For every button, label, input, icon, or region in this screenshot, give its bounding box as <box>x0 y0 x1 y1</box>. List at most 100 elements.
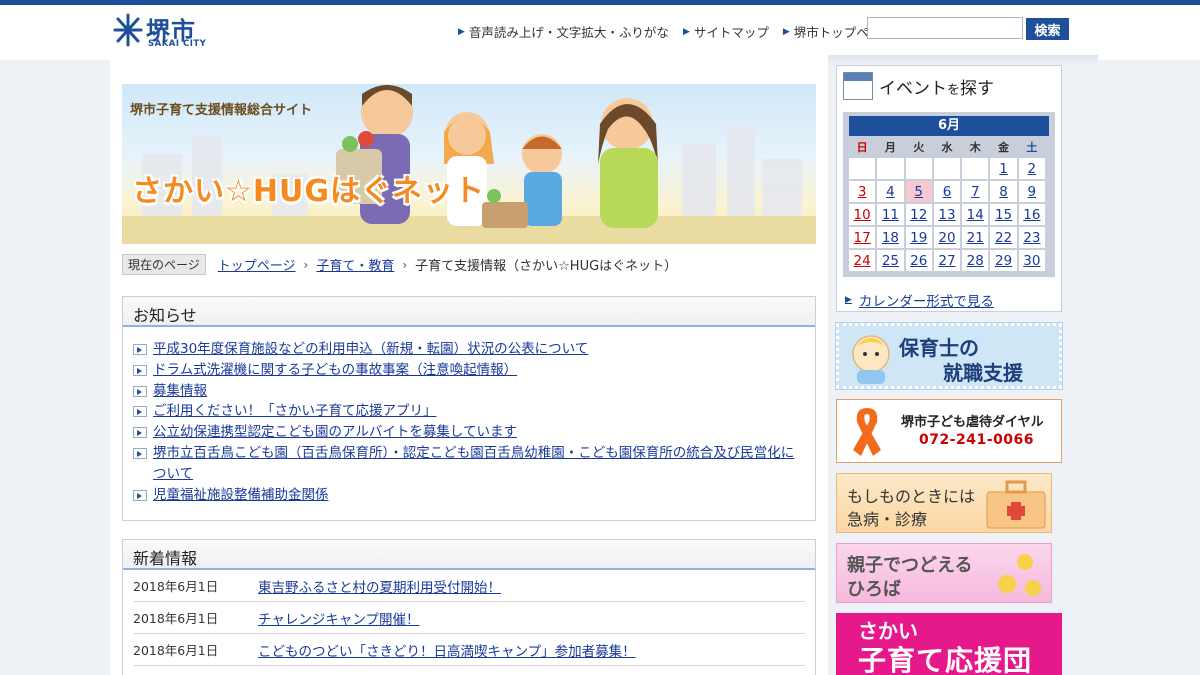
breadcrumb-current: 子育て支援情報（さかい☆HUGはぐネット） <box>415 259 678 274</box>
util-link-accessibility[interactable]: ▶ 音声読み上げ・文字拡大・ふりがな <box>458 22 669 41</box>
banner-emergency-care[interactable]: もしものときには 急病・診療 <box>836 473 1052 533</box>
calendar-day-link[interactable]: 24 <box>854 253 871 269</box>
list-item: 平成30年度保育施設などの利用申込（新規・転園）状況の公表について <box>133 339 805 360</box>
banner-line: 堺市子ども虐待ダイヤル <box>901 415 1044 430</box>
banner-parenting-support-group[interactable]: さかい 子育て応援団 <box>836 613 1062 675</box>
calendar-day-link[interactable]: 6 <box>943 184 952 200</box>
calendar-day-cell: 30 <box>1018 250 1045 271</box>
calendar-day-link[interactable]: 29 <box>995 253 1012 269</box>
search-input[interactable] <box>867 17 1023 39</box>
news-link[interactable]: 募集情報 <box>153 381 207 402</box>
calendar-day-cell: 29 <box>990 250 1017 271</box>
new-info-link[interactable]: こどものつどい「さきどり！日高満喫キャンプ」参加者募集！ <box>258 640 636 660</box>
calendar-day-link[interactable]: 16 <box>1023 207 1040 223</box>
calendar-day-link[interactable]: 22 <box>995 230 1012 246</box>
new-info-link[interactable]: チャレンジキャンプ開催！ <box>258 608 419 628</box>
calendar-day-cell: 12 <box>905 204 932 225</box>
bullet-arrow-icon <box>133 427 147 439</box>
calendar-day-link[interactable]: 25 <box>882 253 899 269</box>
hero-banner[interactable]: 堺市子育て支援情報総合サイト さかい☆HUGはぐネット <box>122 84 816 244</box>
calendar-day-link[interactable]: 7 <box>971 184 980 200</box>
calendar-day-cell: 19 <box>905 227 932 248</box>
calendar-day-link[interactable]: 30 <box>1023 253 1040 269</box>
calendar-day-link[interactable]: 23 <box>1023 230 1040 246</box>
new-info-link[interactable]: 東吉野ふるさと村の夏期利用受付開始！ <box>258 576 501 596</box>
breadcrumb-label: 現在のページ <box>122 254 206 275</box>
site-logo[interactable]: 堺市 SAKAI CITY <box>112 13 212 55</box>
calendar-day-link[interactable]: 18 <box>882 230 899 246</box>
calendar-day-link[interactable]: 14 <box>967 207 984 223</box>
news-link[interactable]: 堺市立百舌鳥こども園（百舌鳥保育所）・認定こども園百舌鳥幼稚園・こども園保育所の… <box>153 443 805 485</box>
calendar-empty-cell <box>877 158 904 179</box>
calendar-view-link-label: カレンダー形式で見る <box>858 294 994 310</box>
list-item: 募集情報 <box>133 381 805 402</box>
news-link[interactable]: 平成30年度保育施設などの利用申込（新規・転園）状況の公表について <box>153 339 588 360</box>
calendar-day-link[interactable]: 3 <box>858 184 867 200</box>
calendar-weekday: 土 <box>1026 141 1038 154</box>
calendar-day-link[interactable]: 26 <box>910 253 927 269</box>
banner-parent-child-plaza[interactable]: 親子でつどえる ひろば <box>836 543 1052 603</box>
calendar-day-link[interactable]: 11 <box>882 207 899 223</box>
util-link-sitemap[interactable]: ▶ サイトマップ <box>683 22 769 41</box>
calendar-day-cell: 4 <box>877 181 904 202</box>
list-item: ドラム式洗濯機に関する子どもの事故事案（注意喚起情報） <box>133 360 805 381</box>
sakai-logo-icon <box>113 13 143 47</box>
news-link[interactable]: ドラム式洗濯機に関する子どもの事故事案（注意喚起情報） <box>153 360 517 381</box>
calendar-day-cell: 14 <box>962 204 989 225</box>
banner-line: ひろば <box>847 579 901 600</box>
calendar-icon <box>843 72 873 100</box>
calendar-weekday: 日 <box>856 141 868 154</box>
calendar-day-link[interactable]: 9 <box>1028 184 1037 200</box>
news-link[interactable]: 公立幼保連携型認定こども園のアルバイトを募集しています <box>153 422 517 443</box>
calendar-day-cell: 7 <box>962 181 989 202</box>
calendar-day-link[interactable]: 2 <box>1028 161 1037 177</box>
calendar-view-link[interactable]: ▶ カレンダー形式で見る <box>845 290 994 310</box>
table-row: 2018年6月1日 こどものつどい「さきどり！日高満喫キャンプ」参加者募集！ <box>133 634 805 666</box>
calendar-title-particle: を <box>947 82 961 98</box>
calendar-grid-wrap: 6月 日月火水木金土 1 2 3 4 5 6 7 8 9 10 11 12 13 14 15 16 17 18 19… <box>843 112 1055 277</box>
calendar-week: 24 25 26 27 28 29 30 <box>849 250 1045 271</box>
banner-title: さかい☆HUGはぐネット <box>132 174 485 209</box>
breadcrumb-link-education[interactable]: 子育て・教育 <box>316 255 394 274</box>
bullet-arrow-icon <box>133 344 147 355</box>
calendar-day-link[interactable]: 10 <box>854 207 871 223</box>
bullet-arrow-icon <box>133 447 147 459</box>
calendar-day-link[interactable]: 27 <box>938 253 955 269</box>
calendar-day-link[interactable]: 5 <box>914 184 923 200</box>
calendar-day-link[interactable]: 21 <box>967 230 984 246</box>
calendar-header: イベントを探す <box>843 72 994 100</box>
calendar-day-link[interactable]: 17 <box>854 230 871 246</box>
calendar-day-link[interactable]: 1 <box>999 161 1008 177</box>
breadcrumb-link-top[interactable]: トップページ <box>218 255 296 274</box>
calendar-week: 3 4 5 6 7 8 9 <box>849 181 1045 202</box>
calendar-empty-cell <box>849 158 876 179</box>
arrow-icon: ▶ <box>782 26 790 37</box>
calendar-day-cell: 2 <box>1018 158 1045 179</box>
calendar-day-link[interactable]: 28 <box>967 253 984 269</box>
calendar-day-link[interactable]: 12 <box>910 207 927 223</box>
news-link[interactable]: ご利用ください！「さかい子育て応援アプリ」 <box>153 401 437 422</box>
logo-subtext: SAKAI CITY <box>148 39 207 49</box>
calendar-day-cell: 8 <box>990 181 1017 202</box>
bullet-arrow-icon <box>133 406 147 418</box>
utility-links: ▶ 音声読み上げ・文字拡大・ふりがな ▶ サイトマップ ▶ 堺市トップページ <box>458 22 894 41</box>
calendar-day-link[interactable]: 20 <box>938 230 955 246</box>
list-item: ご利用ください！「さかい子育て応援アプリ」 <box>133 401 805 422</box>
calendar-day-cell: 22 <box>990 227 1017 248</box>
banner-line: 就職支援 <box>943 361 1023 385</box>
new-info-heading: 新着情報 <box>123 540 815 570</box>
news-link[interactable]: 児童福祉施設整備補助金関係 <box>153 485 329 506</box>
banner-subtitle: 堺市子育て支援情報総合サイト <box>130 103 313 118</box>
banner-child-abuse-dial[interactable]: 堺市子ども虐待ダイヤル 072-241-0066 <box>836 399 1062 463</box>
calendar-day-link[interactable]: 13 <box>938 207 955 223</box>
calendar-day-link[interactable]: 19 <box>910 230 927 246</box>
breadcrumb-separator: › <box>303 257 309 272</box>
calendar-day-link[interactable]: 4 <box>886 184 895 200</box>
baby-icon <box>852 335 890 384</box>
calendar-day-cell: 15 <box>990 204 1017 225</box>
search-button[interactable]: 検索 <box>1026 18 1069 40</box>
arrow-icon: ▶ <box>845 295 852 305</box>
banner-nursery-job-support[interactable]: 保育士の 就職支援 <box>835 322 1063 390</box>
calendar-day-link[interactable]: 8 <box>999 184 1008 200</box>
calendar-day-link[interactable]: 15 <box>995 207 1012 223</box>
